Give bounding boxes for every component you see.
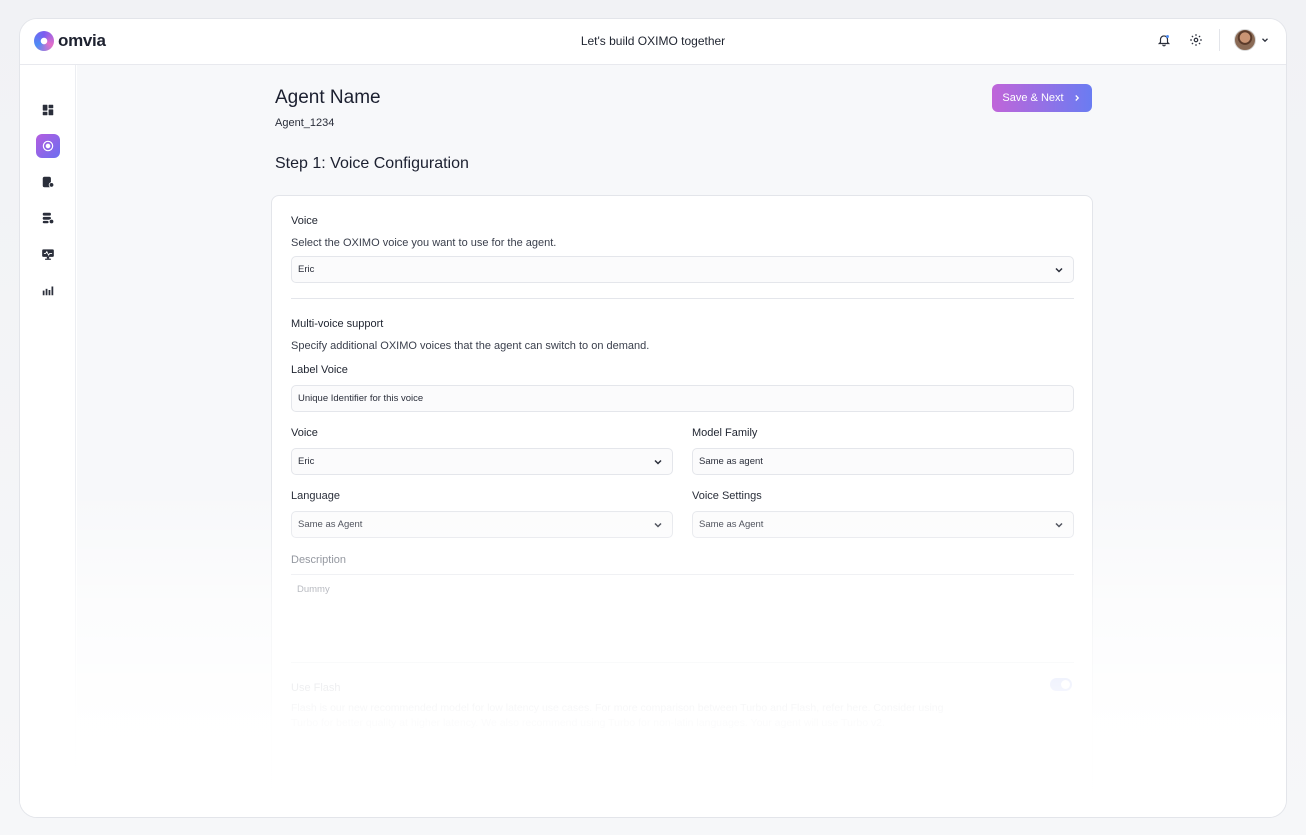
analytics-icon (42, 286, 54, 296)
chevron-down-icon (654, 522, 662, 528)
description-textarea[interactable]: Dummy (297, 584, 330, 595)
section-divider (291, 298, 1074, 299)
multi-voice-voice-label: Voice (291, 427, 318, 439)
agent-icon (42, 140, 54, 152)
chevron-down-icon (654, 459, 662, 465)
step-title: Step 1: Voice Configuration (275, 155, 469, 172)
top-right-actions (1155, 29, 1270, 51)
label-voice-label: Label Voice (291, 364, 348, 376)
label-voice-value: Unique Identifier for this voice (298, 393, 424, 404)
multi-voice-label: Multi-voice support (291, 318, 384, 330)
voice-settings-select[interactable]: Same as Agent (692, 511, 1074, 538)
model-family-value: Same as agent (699, 456, 763, 467)
top-bar: omvia Let's build OXIMO together (20, 19, 1286, 65)
multi-voice-description: Specify additional OXIMO voices that the… (291, 340, 650, 352)
app-title: Let's build OXIMO together (580, 34, 726, 48)
description-label: Description (291, 554, 347, 566)
sidebar (20, 65, 76, 817)
language-select[interactable]: Same as Agent (291, 511, 673, 538)
save-next-button[interactable]: Save & Next (992, 84, 1092, 112)
dashboard-icon (42, 104, 54, 116)
avatar (1234, 29, 1256, 51)
model-family-input[interactable]: Same as agent (692, 448, 1074, 475)
description-underline (291, 574, 1074, 575)
sidebar-item-monitor[interactable] (36, 242, 60, 266)
voice-label: Voice (291, 215, 318, 227)
voice-config-card: Voice Select the OXIMO voice you want to… (271, 195, 1093, 817)
sidebar-item-dashboard[interactable] (36, 98, 60, 122)
use-flash-toggle[interactable] (1050, 678, 1072, 691)
header-divider (1219, 29, 1220, 51)
voice-settings-label: Voice Settings (692, 490, 762, 502)
language-label: Language (291, 490, 340, 502)
chevron-down-icon (1055, 522, 1063, 528)
app-window: omvia Let's build OXIMO together Agent N… (19, 18, 1287, 818)
gear-icon[interactable] (1187, 31, 1205, 49)
database-user-icon (42, 212, 55, 225)
voice-select[interactable]: Eric (291, 256, 1074, 283)
bell-icon[interactable] (1155, 31, 1173, 49)
sidebar-item-analytics[interactable] (36, 278, 60, 302)
chevron-right-icon (1074, 95, 1079, 101)
chevron-down-icon (1055, 267, 1063, 273)
voice-settings-value: Same as Agent (699, 519, 764, 530)
chevron-down-icon (1262, 38, 1268, 43)
voice-select-value: Eric (298, 264, 315, 275)
multi-voice-voice-select[interactable]: Eric (291, 448, 673, 475)
use-flash-label: Use Flash (291, 682, 341, 694)
page-background: omvia Let's build OXIMO together Agent N… (0, 0, 1306, 835)
user-menu[interactable] (1234, 29, 1270, 51)
database-settings-icon (42, 176, 55, 188)
main-content: Agent Name Agent_1234 Save & Next Step 1… (77, 65, 1286, 817)
label-voice-input[interactable]: Unique Identifier for this voice (291, 385, 1074, 412)
voice-description: Select the OXIMO voice you want to use f… (291, 237, 557, 249)
agent-name-title: Agent Name (275, 87, 381, 108)
save-next-label: Save & Next (1002, 92, 1064, 104)
agent-id: Agent_1234 (275, 117, 335, 129)
monitor-icon (42, 249, 54, 260)
language-value: Same as Agent (298, 519, 363, 530)
section-divider (291, 662, 1074, 663)
use-flash-description: Flash is our new recommended model for l… (291, 702, 944, 729)
multi-voice-voice-value: Eric (298, 456, 315, 467)
sidebar-item-data-users[interactable] (36, 206, 60, 230)
sidebar-item-agents[interactable] (36, 134, 60, 158)
sidebar-item-database[interactable] (36, 170, 60, 194)
model-family-label: Model Family (692, 427, 758, 439)
